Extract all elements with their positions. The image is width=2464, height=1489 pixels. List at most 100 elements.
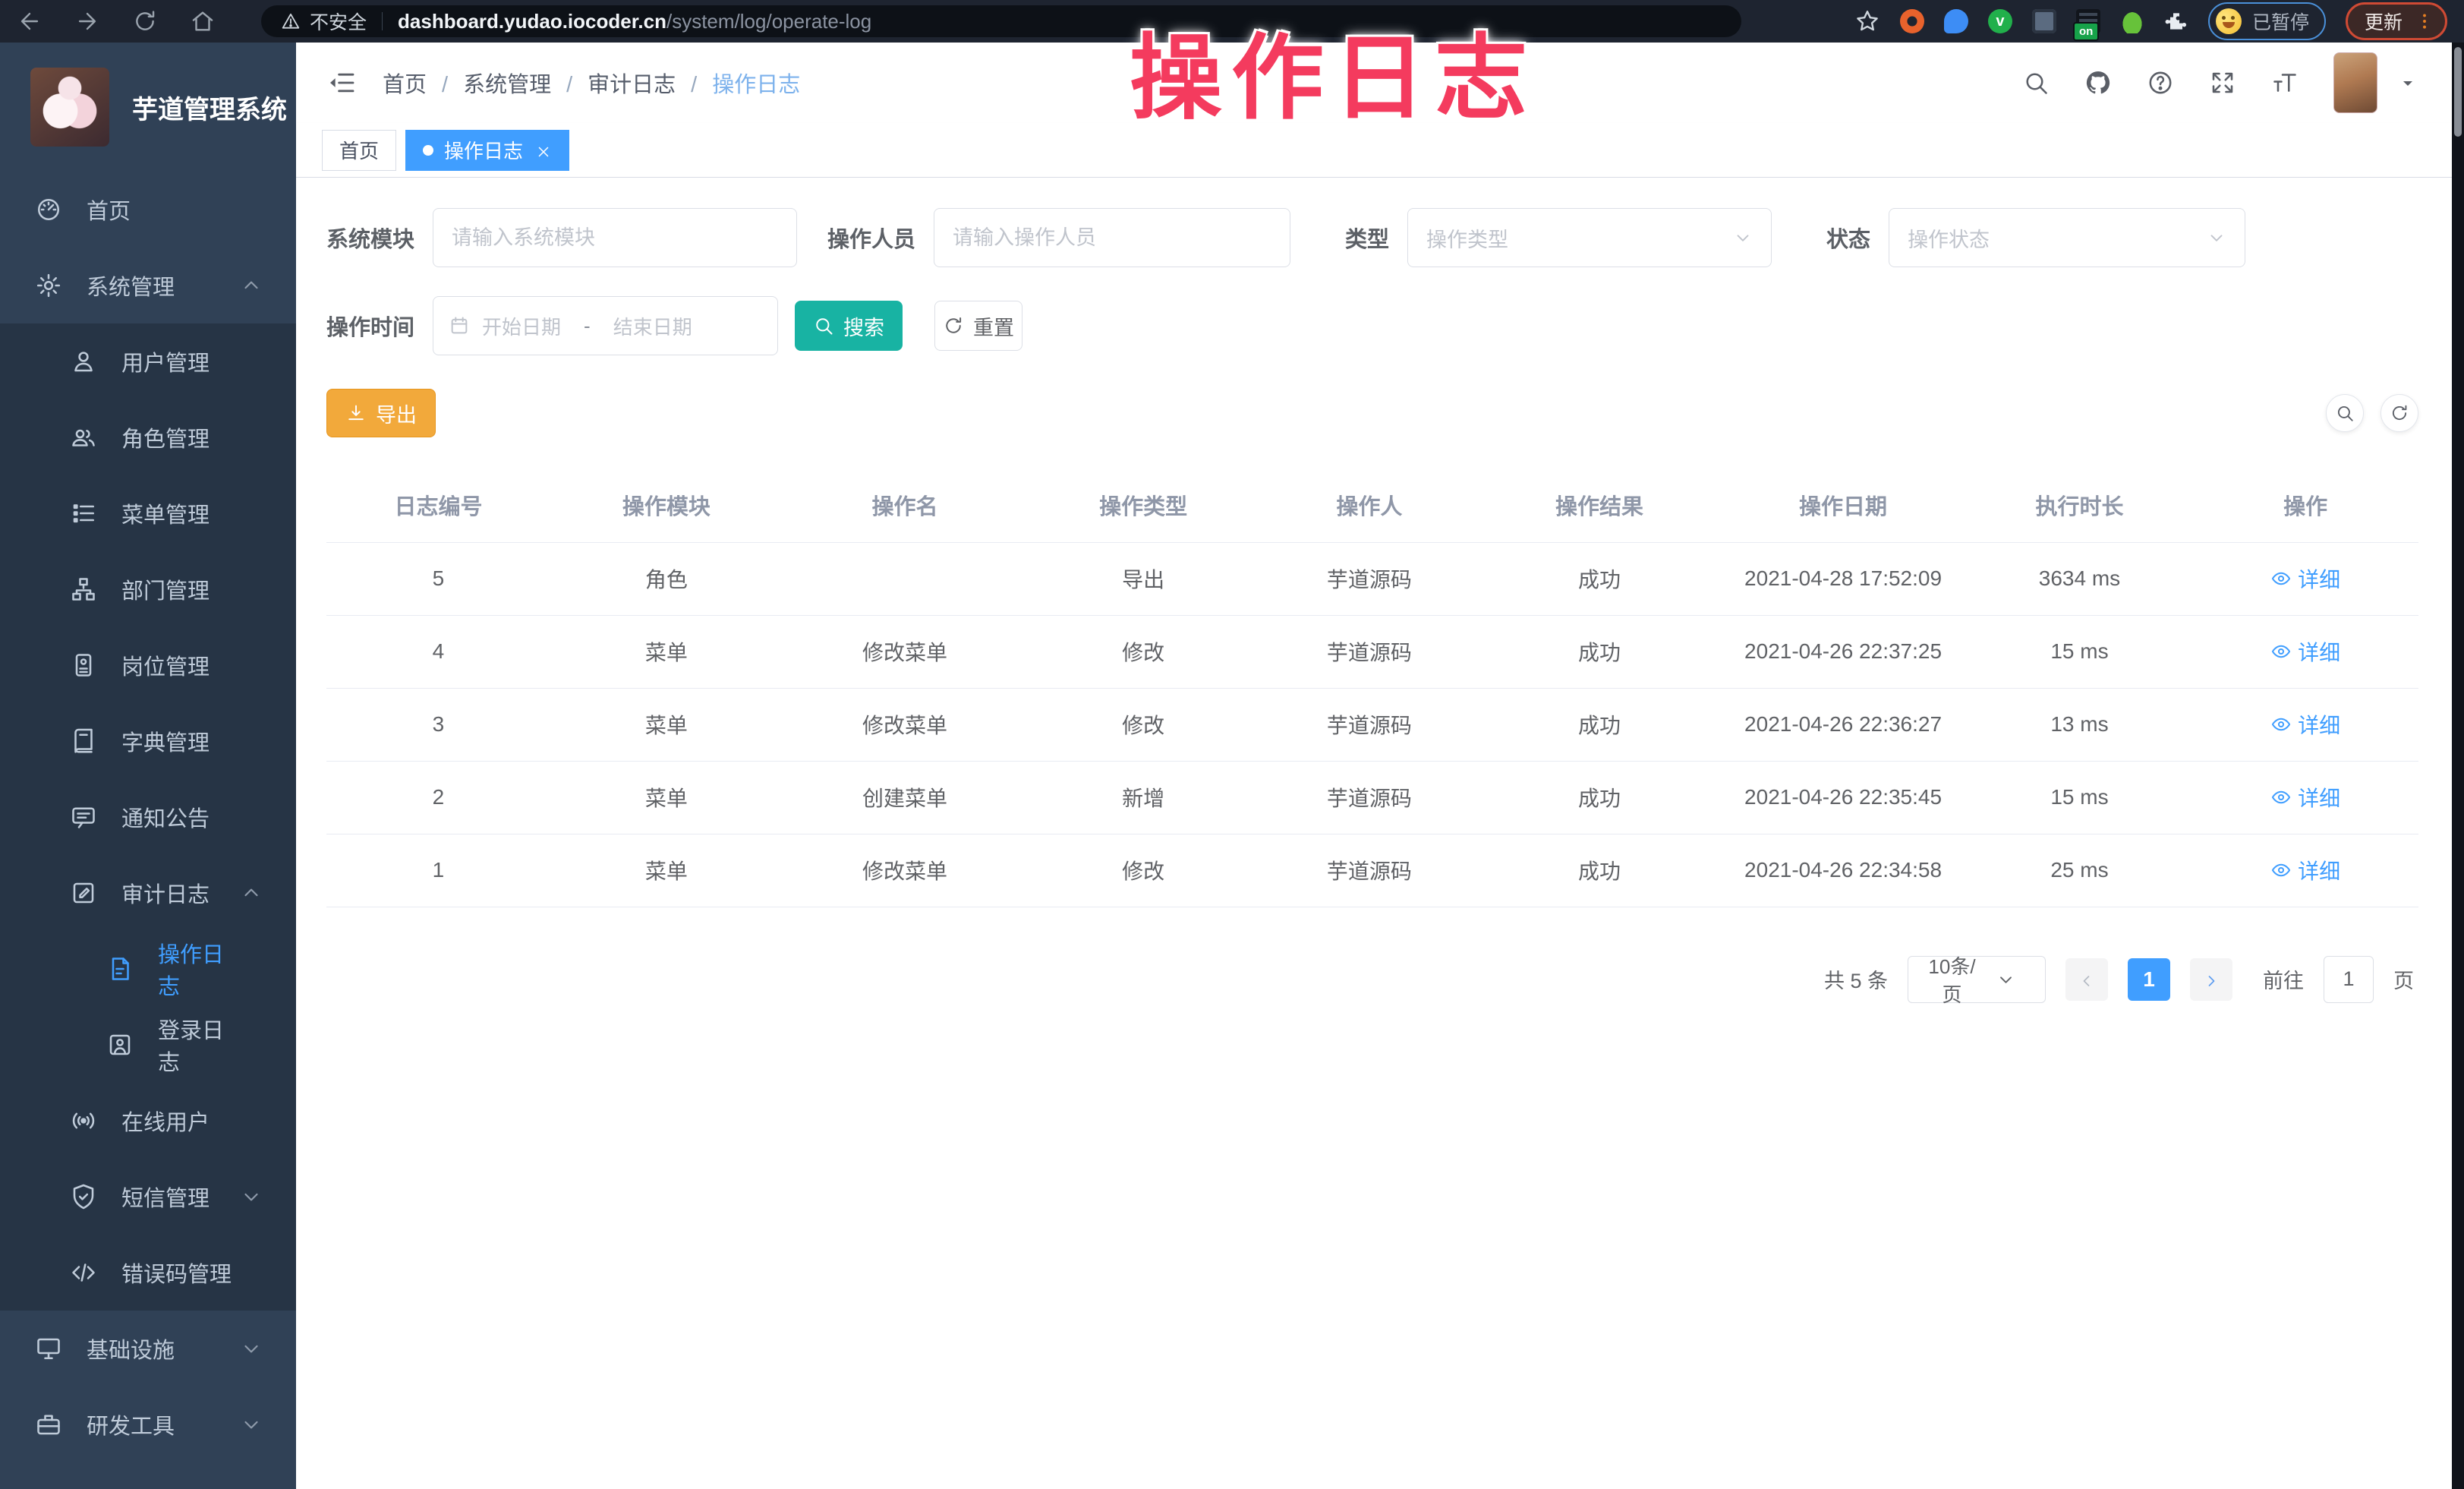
sidebar-item[interactable]: 短信管理 <box>0 1159 296 1235</box>
sidebar-item[interactable]: 研发工具 <box>0 1386 296 1462</box>
font-size-icon[interactable] <box>2271 69 2299 96</box>
status-select[interactable]: 操作状态 <box>1889 208 2245 267</box>
main-area: 首页系统管理审计日志操作日志 首页 <box>296 43 2452 1489</box>
sidebar-item[interactable]: 部门管理 <box>0 551 296 627</box>
sidebar-item[interactable]: 登录日志 <box>0 1007 296 1083</box>
avatar-caret-down-icon[interactable] <box>2399 74 2417 92</box>
extension-switch-icon[interactable]: on <box>2076 9 2100 33</box>
extension-grid-icon[interactable] <box>2032 9 2056 33</box>
cell-module: 菜单 <box>550 688 783 761</box>
sidebar-item[interactable]: 岗位管理 <box>0 627 296 703</box>
search-button[interactable]: 搜索 <box>795 301 903 351</box>
page-number-button[interactable]: 1 <box>2128 958 2170 1001</box>
sidebar-item-label: 基础设施 <box>87 1333 175 1364</box>
operator-input[interactable] <box>934 208 1290 267</box>
browser-update-button[interactable]: 更新 <box>2346 2 2447 40</box>
sidebar-item-label: 在线用户 <box>121 1105 210 1137</box>
home-icon[interactable] <box>190 8 216 34</box>
extension-green-icon[interactable]: v <box>1988 9 2012 33</box>
back-icon[interactable] <box>17 8 43 34</box>
sidebar-item[interactable]: 通知公告 <box>0 779 296 855</box>
chevron-up-icon <box>240 274 263 297</box>
cell-op-name: 修改菜单 <box>783 688 1027 761</box>
bookmark-star-icon[interactable] <box>1854 8 1880 34</box>
search-icon[interactable] <box>2022 69 2050 96</box>
shield-icon <box>70 1183 97 1210</box>
column-header: 操作日期 <box>1719 468 1966 542</box>
github-icon[interactable] <box>2084 69 2112 96</box>
end-date-placeholder: 结束日期 <box>613 312 692 340</box>
cell-op-type: 修改 <box>1027 615 1259 688</box>
detail-link[interactable]: 详细 <box>2270 782 2340 812</box>
extension-orange-icon[interactable] <box>1900 9 1924 33</box>
user-avatar[interactable] <box>2333 52 2377 113</box>
help-icon[interactable] <box>2147 69 2174 96</box>
profile-emoji-icon <box>2216 8 2242 34</box>
menu-list-icon <box>70 500 97 527</box>
goto-page-input[interactable] <box>2324 956 2374 1003</box>
breadcrumb-item[interactable]: 审计日志 <box>588 67 712 99</box>
sidebar-item[interactable]: 操作日志 <box>0 931 296 1007</box>
breadcrumb-item[interactable]: 操作日志 <box>712 67 800 99</box>
next-page-button[interactable] <box>2190 958 2232 1001</box>
export-button[interactable]: 导出 <box>326 389 436 437</box>
dictionary-icon <box>70 727 97 755</box>
module-input[interactable] <box>433 208 797 267</box>
fullscreen-icon[interactable] <box>2209 69 2236 96</box>
page-size-select[interactable]: 10条/页 <box>1908 956 2046 1003</box>
eye-icon <box>2270 568 2292 589</box>
tab-close-icon[interactable] <box>535 142 552 159</box>
sidebar-item[interactable]: 错误码管理 <box>0 1235 296 1311</box>
detail-link[interactable]: 详细 <box>2270 709 2340 740</box>
operation-log-table: 日志编号操作模块操作名操作类型操作人操作结果操作日期执行时长操作 5 角色 导出… <box>326 468 2418 907</box>
sidebar-item[interactable]: 基础设施 <box>0 1311 296 1386</box>
extension-plant-icon[interactable] <box>2120 9 2144 33</box>
breadcrumb-item[interactable]: 系统管理 <box>463 67 588 99</box>
breadcrumb-item[interactable]: 首页 <box>383 67 463 99</box>
sidebar-item[interactable]: 系统管理 <box>0 248 296 323</box>
sidebar-item[interactable]: 审计日志 <box>0 855 296 931</box>
browser-menu-dots-icon[interactable] <box>2415 11 2434 31</box>
sidebar-item[interactable]: 首页 <box>0 172 296 248</box>
table-row: 2 菜单 创建菜单 新增 芋道源码 成功 2021-04-26 22:35:45… <box>326 761 2418 834</box>
reset-button[interactable]: 重置 <box>934 301 1022 351</box>
type-select[interactable]: 操作类型 <box>1407 208 1772 267</box>
date-range-picker[interactable]: 开始日期 - 结束日期 <box>433 296 778 355</box>
cell-result: 成功 <box>1479 688 1720 761</box>
cell-op-type: 修改 <box>1027 834 1259 907</box>
sidebar-item[interactable]: 角色管理 <box>0 399 296 475</box>
sidebar-item[interactable]: 用户管理 <box>0 323 296 399</box>
pagination: 共 5 条 10条/页 1 前往 页 <box>326 956 2418 1003</box>
detail-link[interactable]: 详细 <box>2270 563 2340 594</box>
table-body: 5 角色 导出 芋道源码 成功 2021-04-28 17:52:09 3634… <box>326 542 2418 907</box>
cell-log-id: 2 <box>326 761 550 834</box>
scrollbar-thumb[interactable] <box>2454 47 2462 137</box>
forward-icon[interactable] <box>74 8 100 34</box>
sidebar-item[interactable]: 字典管理 <box>0 703 296 779</box>
toggle-search-button[interactable] <box>2326 394 2364 432</box>
sidebar-item-label: 审计日志 <box>121 877 210 909</box>
cell-duration: 15 ms <box>1967 615 2193 688</box>
sidebar-toggle-icon[interactable] <box>326 68 357 98</box>
sidebar-item[interactable]: 菜单管理 <box>0 475 296 551</box>
detail-link[interactable]: 详细 <box>2270 855 2340 885</box>
sidebar-logo-row[interactable]: 芋道管理系统 <box>0 43 296 172</box>
reload-icon[interactable] <box>132 8 158 34</box>
page-tab[interactable]: 首页 <box>322 130 396 171</box>
prev-page-button[interactable] <box>2065 958 2108 1001</box>
browser-extensions: v on 已暂停 更新 <box>1854 2 2447 40</box>
profile-paused-chip[interactable]: 已暂停 <box>2208 2 2326 40</box>
refresh-table-button[interactable] <box>2381 394 2418 432</box>
detail-link[interactable]: 详细 <box>2270 636 2340 667</box>
chevron-down-icon <box>240 1337 263 1360</box>
extensions-puzzle-icon[interactable] <box>2164 9 2188 33</box>
sidebar-item[interactable]: 在线用户 <box>0 1083 296 1159</box>
extension-pin-icon[interactable] <box>1944 9 1968 33</box>
cell-duration: 15 ms <box>1967 761 2193 834</box>
sidebar-item-label: 部门管理 <box>121 573 210 605</box>
app-logo <box>30 68 109 147</box>
status-label: 状态 <box>1826 222 1870 254</box>
page-tab[interactable]: 操作日志 <box>405 130 569 171</box>
cell-op-type: 修改 <box>1027 688 1259 761</box>
header-actions <box>2022 52 2417 113</box>
